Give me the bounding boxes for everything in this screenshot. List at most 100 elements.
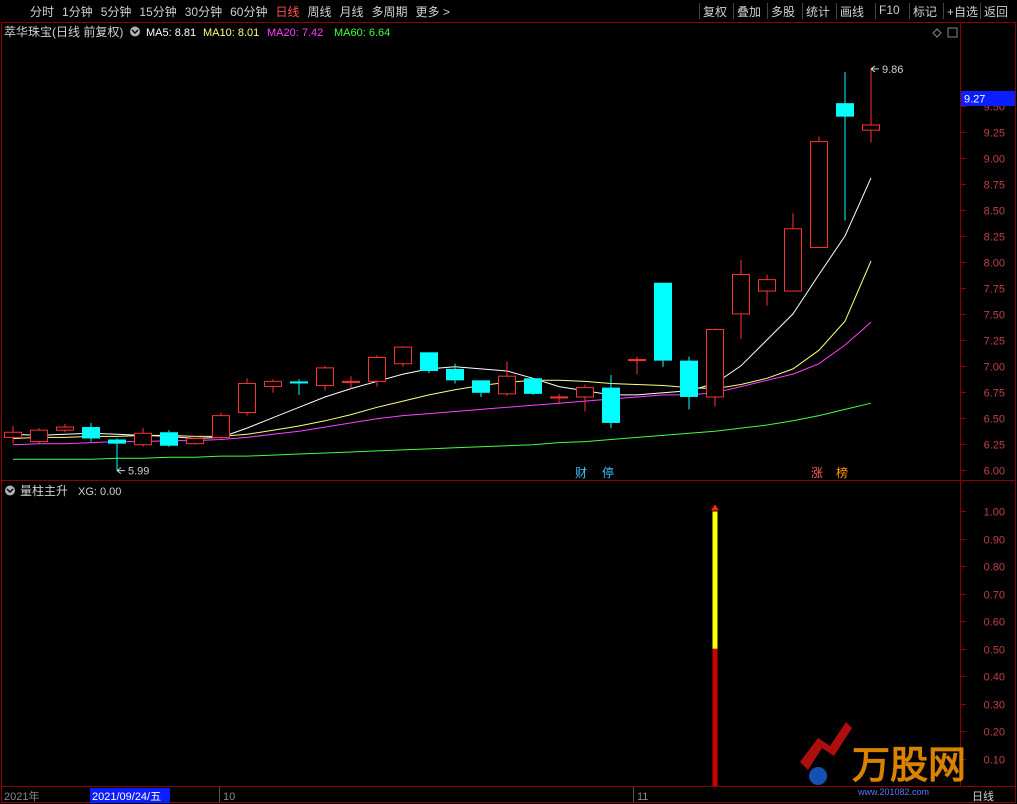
dropdown-icon[interactable]	[5, 485, 15, 496]
toolbar-item-7[interactable]: 周线	[307, 3, 331, 20]
candle[interactable]	[732, 259, 750, 339]
toolbar-item-2[interactable]: 5分钟	[101, 3, 132, 20]
candle[interactable]	[4, 426, 22, 444]
date-label-oct: 10	[223, 791, 235, 803]
candle[interactable]	[134, 428, 152, 447]
candle-body-up	[134, 432, 152, 446]
signal-bar-segment-1	[712, 511, 718, 649]
toolbar-action-7[interactable]: +自选	[947, 3, 978, 20]
ma-label-1: MA10: 8.01	[203, 27, 259, 39]
price-tick-label: 6.25	[984, 440, 1005, 452]
toolbar-item-8[interactable]: 月线	[340, 3, 364, 20]
price-tick-label: 7.00	[984, 362, 1005, 374]
price-tick-label: 9.00	[984, 154, 1005, 166]
candle-body-up	[238, 382, 256, 414]
xg-value: XG: 0.00	[78, 486, 121, 498]
toolbar-item-1[interactable]: 1分钟	[62, 3, 93, 20]
date-label-year: 2021年	[4, 789, 39, 803]
toolbar-action-6[interactable]: 标记	[913, 3, 937, 20]
dropdown-icon[interactable]	[130, 26, 140, 37]
candle-body-up	[368, 357, 386, 382]
indicator-tick-label: 0.20	[984, 727, 1005, 739]
candle[interactable]	[836, 72, 854, 221]
toolbar-item-6[interactable]: 日线	[275, 3, 299, 20]
toolbar-separator	[980, 3, 981, 19]
marker-ranking[interactable]: 榜	[836, 465, 848, 480]
candle-body-up	[186, 437, 204, 445]
candle[interactable]	[862, 68, 880, 143]
low-arrow-icon	[116, 467, 125, 475]
candle[interactable]	[524, 378, 542, 395]
indicator-tick-label: 0.10	[984, 755, 1005, 767]
toolbar-item-9[interactable]: 多周期	[372, 3, 408, 20]
candle[interactable]	[498, 361, 516, 396]
candle[interactable]	[30, 428, 48, 444]
marker-finance[interactable]: 财	[575, 466, 587, 480]
candle[interactable]	[420, 352, 438, 374]
price-tick-label: 6.75	[984, 388, 1005, 400]
candle[interactable]	[680, 356, 698, 410]
candle[interactable]	[758, 274, 776, 306]
candle[interactable]	[654, 282, 672, 367]
indicator-tick-label: 0.90	[984, 535, 1005, 547]
date-label-cursor: 2021/09/24/五	[92, 791, 161, 803]
candle[interactable]	[446, 363, 464, 384]
candle-body-down	[446, 368, 464, 381]
candle[interactable]	[238, 378, 256, 416]
candle[interactable]	[316, 365, 334, 391]
price-tick-label: 9.25	[984, 128, 1005, 140]
candle[interactable]	[706, 328, 724, 407]
indicator-tick-label: 1.00	[984, 507, 1005, 519]
candle-body-down	[472, 380, 490, 393]
ma-label-2: MA20: 7.42	[267, 27, 323, 39]
candle[interactable]	[160, 430, 178, 447]
candle[interactable]	[784, 213, 802, 292]
candle[interactable]	[290, 379, 308, 395]
candle[interactable]	[108, 438, 126, 471]
stock-chart: 6.00 6.25 6.50 6.75 7.00 7.25 7.50 7.75 8.00 8.25…	[1, 22, 1016, 803]
window-icon[interactable]	[947, 27, 958, 38]
toolbar-item-0[interactable]: 分时	[30, 3, 54, 20]
candle-body-up	[316, 367, 334, 387]
toolbar-separator	[943, 3, 944, 19]
candle[interactable]	[576, 384, 594, 412]
toolbar-action-2[interactable]: 多股	[771, 3, 795, 20]
toolbar-action-5[interactable]: F10	[879, 3, 900, 17]
brand-url: www.201082.com	[857, 787, 929, 797]
candle[interactable]	[212, 412, 230, 440]
candle-body-down	[836, 103, 854, 117]
toolbar-action-8[interactable]: 返回	[984, 3, 1008, 20]
logo-arrow-icon	[800, 722, 852, 770]
price-tick-label: 6.00	[984, 466, 1005, 478]
marker-limit-up[interactable]: 涨	[811, 465, 823, 480]
toolbar-item-3[interactable]: 15分钟	[139, 3, 176, 20]
candle-body-up	[212, 415, 230, 438]
toolbar-action-3[interactable]: 统计	[806, 3, 830, 20]
candle-body-up	[758, 279, 776, 292]
ma-labels: MA5: 8.81 MA10: 8.01 MA20: 7.42 MA60: 6.64	[146, 27, 390, 39]
candle[interactable]	[368, 355, 386, 387]
candle[interactable]	[628, 356, 646, 375]
arrow-up-icon	[711, 504, 719, 511]
brand-watermark: 万股网 www.201082.com	[800, 722, 966, 797]
toolbar-item-4[interactable]: 30分钟	[185, 3, 222, 20]
candle[interactable]	[56, 423, 74, 433]
marker-halt[interactable]: 停	[602, 465, 614, 480]
candle[interactable]	[82, 422, 100, 442]
candle[interactable]	[394, 346, 412, 367]
toolbar-action-4[interactable]: 画线	[840, 3, 864, 20]
indicator-tick-label: 0.40	[984, 672, 1005, 684]
ma-line-ma60	[13, 402, 872, 460]
diamond-icon[interactable]	[932, 28, 942, 38]
candle[interactable]	[264, 379, 282, 393]
toolbar-item-10[interactable]: 更多 >	[416, 3, 450, 20]
candle[interactable]	[810, 136, 828, 248]
main-panel-header: 萃华珠宝(日线 前复权) MA5: 8.81 MA10: 8.01 MA20: 7.…	[4, 24, 958, 39]
price-tick-label: 7.75	[984, 284, 1005, 296]
candle-body-up	[810, 141, 828, 248]
toolbar-separator	[699, 3, 700, 19]
toolbar-item-5[interactable]: 60分钟	[230, 3, 267, 20]
toolbar-action-1[interactable]: 叠加	[737, 3, 761, 20]
candle[interactable]	[472, 380, 490, 397]
toolbar-action-0[interactable]: 复权	[703, 3, 727, 20]
